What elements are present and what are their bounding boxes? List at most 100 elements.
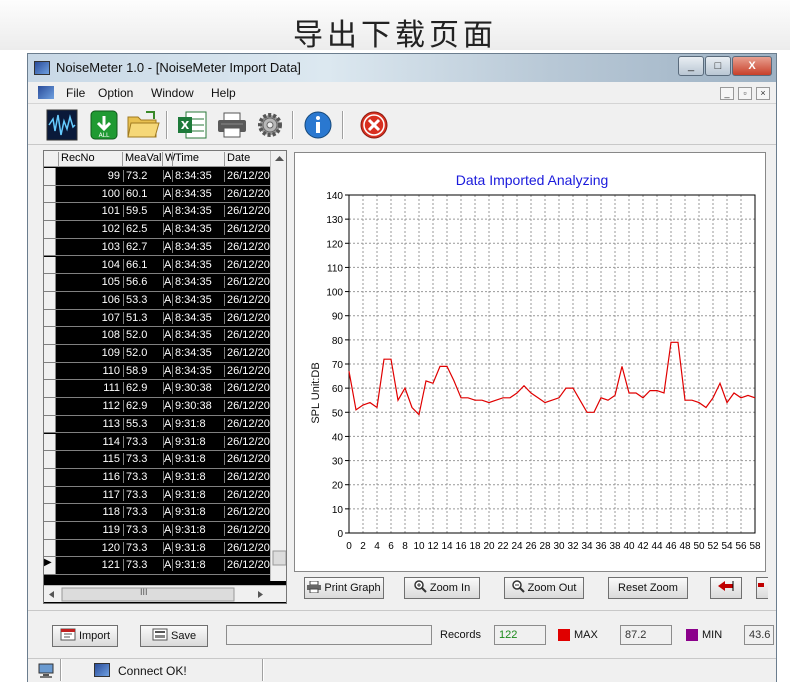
excel-icon[interactable]: X — [176, 109, 208, 141]
table-row[interactable]: 100 60.1 A 8:34:35 26/12/20 — [44, 185, 270, 204]
table-row[interactable]: 119 73.3 A 9:31:8 26/12/20 — [44, 522, 270, 540]
row-selector[interactable] — [44, 274, 56, 291]
zoom-out-button[interactable]: Zoom Out — [504, 577, 584, 599]
col-header-w[interactable]: W — [162, 152, 175, 167]
col-header-date[interactable]: Date — [224, 152, 270, 167]
scroll-left-button[interactable] — [710, 577, 742, 599]
zoom-in-button[interactable]: Zoom In — [404, 577, 480, 599]
scroll-right-button[interactable] — [756, 577, 768, 599]
import-button[interactable]: Import — [52, 625, 118, 647]
row-selector[interactable] — [44, 451, 56, 468]
download-all-icon[interactable]: ALL — [88, 109, 120, 141]
row-selector[interactable] — [44, 486, 56, 504]
open-folder-icon[interactable] — [126, 109, 160, 141]
row-selector[interactable] — [44, 380, 56, 398]
cell-recno: 101 — [101, 205, 120, 218]
table-row[interactable]: 103 62.7 A 8:34:35 26/12/20 — [44, 238, 270, 257]
table-row[interactable]: 101 59.5 A 8:34:35 26/12/20 — [44, 203, 270, 222]
row-selector[interactable] — [44, 345, 56, 362]
file-path-field[interactable] — [226, 625, 432, 645]
table-row[interactable]: 118 73.3 A 9:31:8 26/12/20 — [44, 504, 270, 522]
col-header-recno[interactable]: RecNo — [58, 152, 122, 167]
mdi-child-icon[interactable] — [38, 86, 54, 99]
row-selector[interactable] — [44, 185, 56, 203]
row-selector[interactable] — [44, 415, 56, 433]
table-row[interactable]: 116 73.3 A 9:31:8 26/12/20 — [44, 468, 270, 487]
row-selector[interactable] — [44, 433, 56, 451]
save-button[interactable]: Save — [140, 625, 208, 647]
menu-option[interactable]: Option — [98, 86, 133, 100]
row-selector[interactable] — [44, 398, 56, 415]
x-tick-label: 26 — [525, 541, 537, 552]
table-row[interactable]: 104 66.1 A 8:34:35 26/12/20 — [44, 256, 270, 275]
cell-date: 26/12/20 — [224, 435, 270, 448]
table-row[interactable]: 109 52.0 A 8:34:35 26/12/20 — [44, 345, 270, 363]
cell-time: 8:34:35 — [172, 187, 222, 200]
table-row[interactable]: 102 62.5 A 8:34:35 26/12/20 — [44, 221, 270, 239]
print-graph-button[interactable]: Print Graph — [304, 577, 384, 599]
row-selector[interactable] — [44, 468, 56, 486]
mdi-minimize-button[interactable]: _ — [720, 87, 734, 100]
row-selector[interactable] — [44, 522, 56, 539]
table-row[interactable]: 112 62.9 A 9:30:38 26/12/20 — [44, 398, 270, 416]
row-selector-header — [44, 152, 56, 167]
row-selector[interactable] — [44, 504, 56, 521]
table-row[interactable]: 114 73.3 A 9:31:8 26/12/20 — [44, 433, 270, 452]
row-selector[interactable] — [44, 309, 56, 327]
table-row[interactable]: 106 53.3 A 8:34:35 26/12/20 — [44, 291, 270, 310]
cell-meaval: 62.9 — [123, 382, 160, 395]
printer-icon[interactable] — [216, 109, 248, 141]
menu-window[interactable]: Window — [151, 86, 194, 100]
window-titlebar[interactable]: NoiseMeter 1.0 - [NoiseMeter Import Data… — [28, 54, 776, 82]
row-selector[interactable] — [44, 256, 56, 274]
cell-recno: 111 — [103, 382, 120, 395]
toolbar-separator — [166, 111, 168, 139]
status-bar: Connect OK! — [28, 658, 776, 682]
row-selector[interactable] — [44, 168, 56, 185]
table-row[interactable]: 110 58.9 A 8:34:35 26/12/20 — [44, 362, 270, 381]
reset-zoom-button[interactable]: Reset Zoom — [608, 577, 688, 599]
table-row[interactable]: 115 73.3 A 9:31:8 26/12/20 — [44, 451, 270, 469]
row-selector[interactable] — [44, 203, 56, 221]
minimize-button[interactable]: _ — [678, 56, 704, 76]
table-row[interactable]: 120 73.3 A 9:31:8 26/12/20 — [44, 539, 270, 558]
col-header-meaval[interactable]: MeaVal — [122, 152, 162, 167]
table-row[interactable]: 117 73.3 A 9:31:8 26/12/20 — [44, 486, 270, 505]
close-icon[interactable] — [358, 109, 390, 141]
row-selector[interactable] — [44, 221, 56, 238]
cell-time: 8:34:35 — [172, 205, 222, 218]
row-selector[interactable] — [44, 327, 56, 344]
cell-date: 26/12/20 — [224, 205, 270, 218]
mdi-restore-button[interactable]: ▫ — [738, 87, 752, 100]
table-row[interactable]: 99 73.2 A 8:34:35 26/12/20 — [44, 168, 270, 186]
gear-icon[interactable] — [254, 109, 286, 141]
waveform-icon[interactable] — [46, 109, 78, 141]
table-row[interactable]: 107 51.3 A 8:34:35 26/12/20 — [44, 309, 270, 328]
menu-help[interactable]: Help — [211, 86, 236, 100]
table-row[interactable]: 111 62.9 A 9:30:38 26/12/20 — [44, 380, 270, 399]
cell-recno: 120 — [101, 541, 120, 554]
info-icon[interactable] — [302, 109, 334, 141]
cell-w: A — [163, 524, 171, 536]
maximize-button[interactable]: □ — [705, 56, 731, 76]
row-selector[interactable] — [44, 238, 56, 256]
col-header-time[interactable]: Time — [172, 152, 224, 167]
table-row[interactable]: 105 56.6 A 8:34:35 26/12/20 — [44, 274, 270, 292]
cell-meaval: 73.3 — [123, 541, 160, 554]
table-row[interactable]: 108 52.0 A 8:34:35 26/12/20 — [44, 327, 270, 345]
table-row[interactable]: ▶ 121 73.3 A 9:31:8 26/12/20 — [44, 557, 270, 576]
menu-file[interactable]: File — [66, 86, 85, 100]
table-vertical-scrollbar[interactable] — [270, 151, 286, 581]
mdi-close-button[interactable]: × — [756, 87, 770, 100]
row-selector[interactable] — [44, 539, 56, 557]
x-tick-label: 28 — [539, 541, 551, 552]
table-row[interactable]: 113 55.3 A 9:31:8 26/12/20 — [44, 415, 270, 434]
app-window: NoiseMeter 1.0 - [NoiseMeter Import Data… — [27, 53, 777, 682]
close-button[interactable]: X — [732, 56, 772, 76]
row-selector[interactable] — [44, 362, 56, 380]
cell-date: 26/12/20 — [224, 453, 270, 466]
save-icon — [152, 628, 168, 641]
row-selector[interactable] — [44, 291, 56, 309]
table-horizontal-scrollbar[interactable]: III — [44, 585, 286, 602]
row-selector[interactable]: ▶ — [44, 557, 56, 575]
